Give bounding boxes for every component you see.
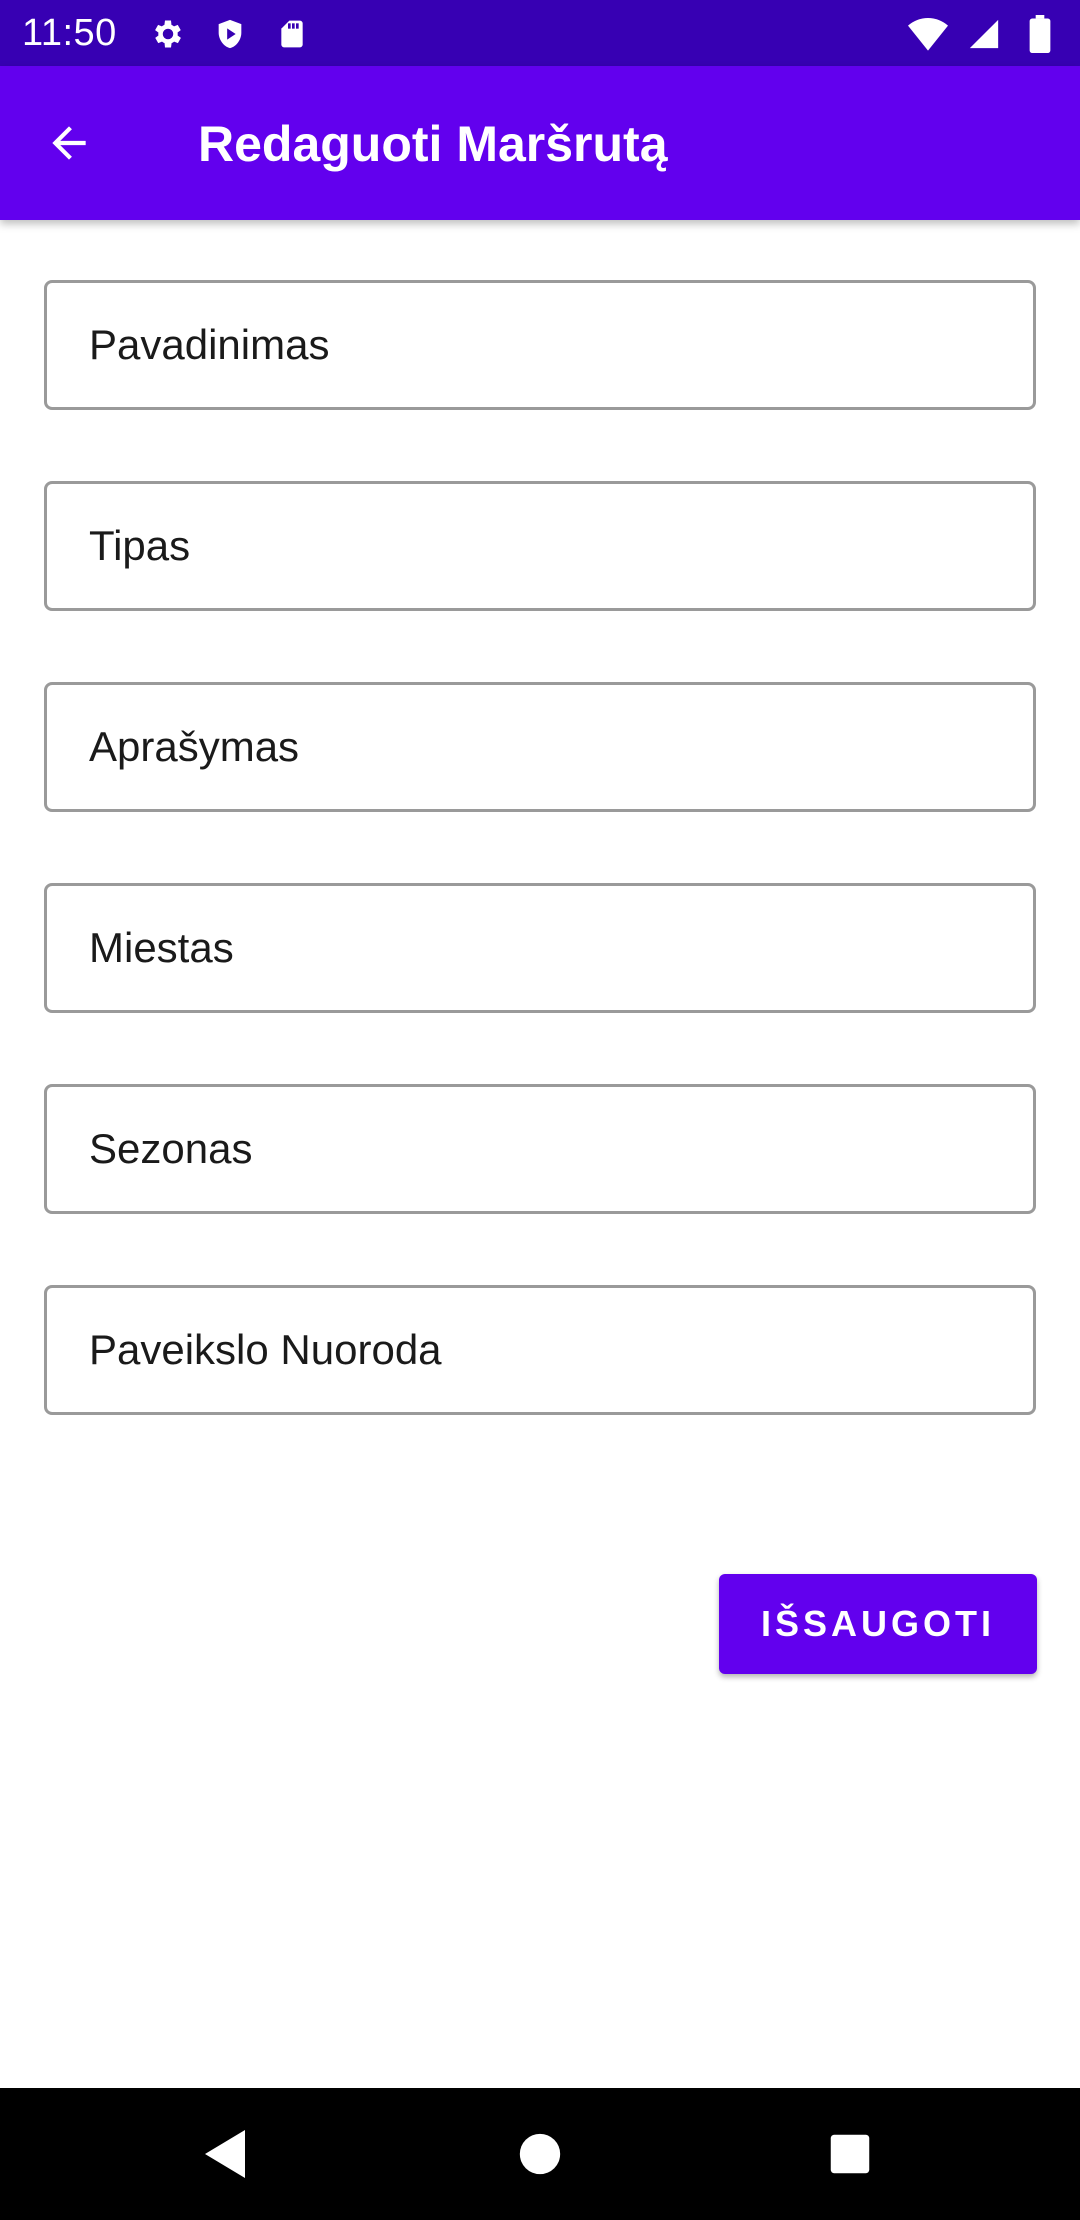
type-field[interactable]: [44, 481, 1036, 611]
image-link-field[interactable]: [44, 1285, 1036, 1415]
city-input[interactable]: [89, 924, 1009, 972]
description-input[interactable]: [89, 723, 1009, 771]
sd-card-icon: [272, 14, 312, 54]
nav-back-button[interactable]: [189, 2118, 261, 2190]
image-link-input[interactable]: [89, 1326, 1009, 1374]
arrow-back-icon: [52, 126, 86, 160]
status-bar: 11:50: [0, 0, 1080, 66]
recents-square-icon: [830, 2134, 870, 2174]
season-input[interactable]: [89, 1125, 1009, 1173]
edit-route-form: [44, 280, 1036, 1486]
app-bar: Redaguoti Maršrutą: [0, 66, 1080, 220]
status-right-icons: [908, 14, 1060, 54]
city-field[interactable]: [44, 883, 1036, 1013]
save-button[interactable]: IŠSAUGOTI: [719, 1574, 1037, 1674]
home-circle-icon: [519, 2133, 561, 2175]
name-input[interactable]: [89, 321, 1009, 369]
page-title: Redaguoti Maršrutą: [198, 116, 668, 172]
type-input[interactable]: [89, 522, 1009, 570]
nav-home-button[interactable]: [504, 2118, 576, 2190]
description-field[interactable]: [44, 682, 1036, 812]
name-field[interactable]: [44, 280, 1036, 410]
signal-icon: [964, 14, 1004, 54]
status-time: 11:50: [22, 12, 117, 54]
season-field[interactable]: [44, 1084, 1036, 1214]
system-nav-bar: [0, 2088, 1080, 2220]
nav-recents-button[interactable]: [814, 2118, 886, 2190]
back-triangle-icon: [205, 2130, 245, 2178]
wifi-icon: [908, 14, 948, 54]
settings-icon: [148, 14, 188, 54]
back-button[interactable]: [36, 110, 102, 176]
shield-icon: [210, 14, 250, 54]
status-left-icons: [148, 14, 312, 54]
battery-icon: [1020, 14, 1060, 54]
